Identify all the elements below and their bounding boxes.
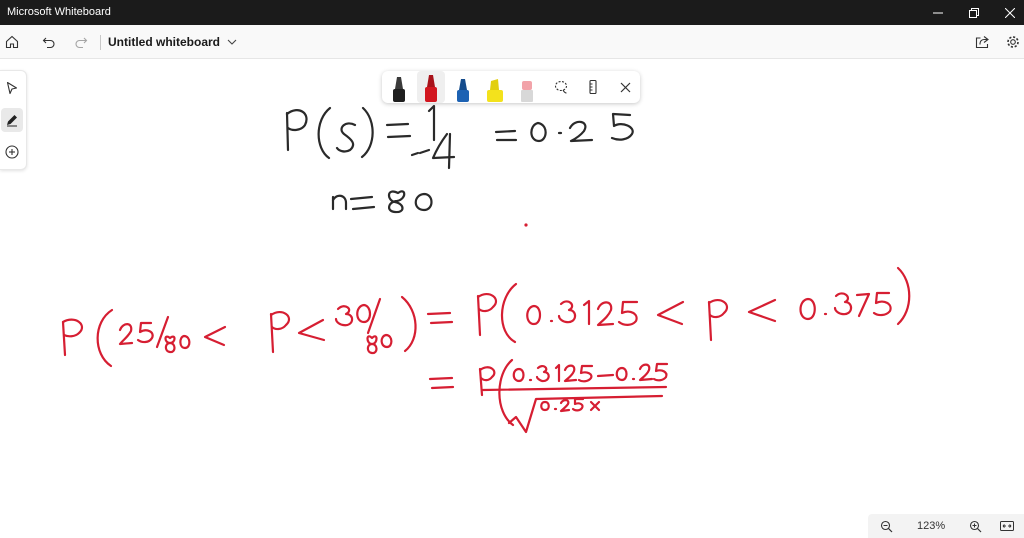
redo-icon — [75, 37, 88, 49]
zoom-out-icon — [880, 520, 892, 532]
yellow-highlighter[interactable] — [481, 71, 509, 103]
lasso-select-button[interactable] — [549, 75, 573, 99]
eraser[interactable] — [513, 71, 541, 103]
title-bar: Microsoft Whiteboard — [0, 0, 1024, 25]
close-pen-tray-button[interactable] — [613, 75, 637, 99]
ink-black — [285, 104, 634, 214]
share-button[interactable] — [970, 30, 994, 54]
fit-to-screen-icon — [1000, 521, 1014, 531]
zoom-out-button[interactable] — [876, 517, 896, 535]
zoom-in-icon — [969, 520, 981, 532]
close-icon — [620, 82, 630, 92]
ruler-button[interactable] — [581, 75, 605, 99]
undo-button[interactable] — [37, 30, 61, 54]
home-button[interactable] — [0, 30, 24, 54]
blue-pen[interactable] — [449, 71, 477, 103]
restore-icon — [969, 7, 979, 18]
chevron-down-icon — [227, 39, 237, 45]
zoom-level[interactable]: 123% — [917, 520, 945, 532]
share-icon — [975, 36, 989, 49]
ink-red — [61, 223, 911, 434]
zoom-in-button[interactable] — [965, 517, 985, 535]
redo-button[interactable] — [69, 30, 93, 54]
toolbar-separator — [100, 35, 101, 50]
black-pen[interactable] — [385, 71, 413, 103]
minimize-icon — [933, 12, 943, 13]
close-icon — [1005, 7, 1015, 18]
restore-button[interactable] — [956, 0, 992, 25]
whiteboard-canvas[interactable] — [0, 58, 1024, 538]
document-title: Untitled whiteboard — [108, 35, 220, 49]
ruler-icon — [589, 79, 597, 95]
fit-to-screen-button[interactable] — [997, 517, 1017, 535]
pen-tray — [382, 71, 640, 103]
red-pen[interactable] — [417, 71, 445, 103]
document-title-menu[interactable]: Untitled whiteboard — [108, 35, 237, 49]
settings-button[interactable] — [1001, 30, 1024, 54]
app-toolbar: Untitled whiteboard — [0, 25, 1024, 59]
gear-icon — [1007, 36, 1019, 48]
home-icon — [5, 35, 19, 49]
undo-icon — [42, 37, 55, 49]
minimize-button[interactable] — [920, 0, 956, 25]
app-title: Microsoft Whiteboard — [7, 6, 111, 18]
close-window-button[interactable] — [992, 0, 1024, 25]
lasso-icon — [554, 80, 568, 94]
zoom-controls: 123% — [868, 514, 1024, 538]
